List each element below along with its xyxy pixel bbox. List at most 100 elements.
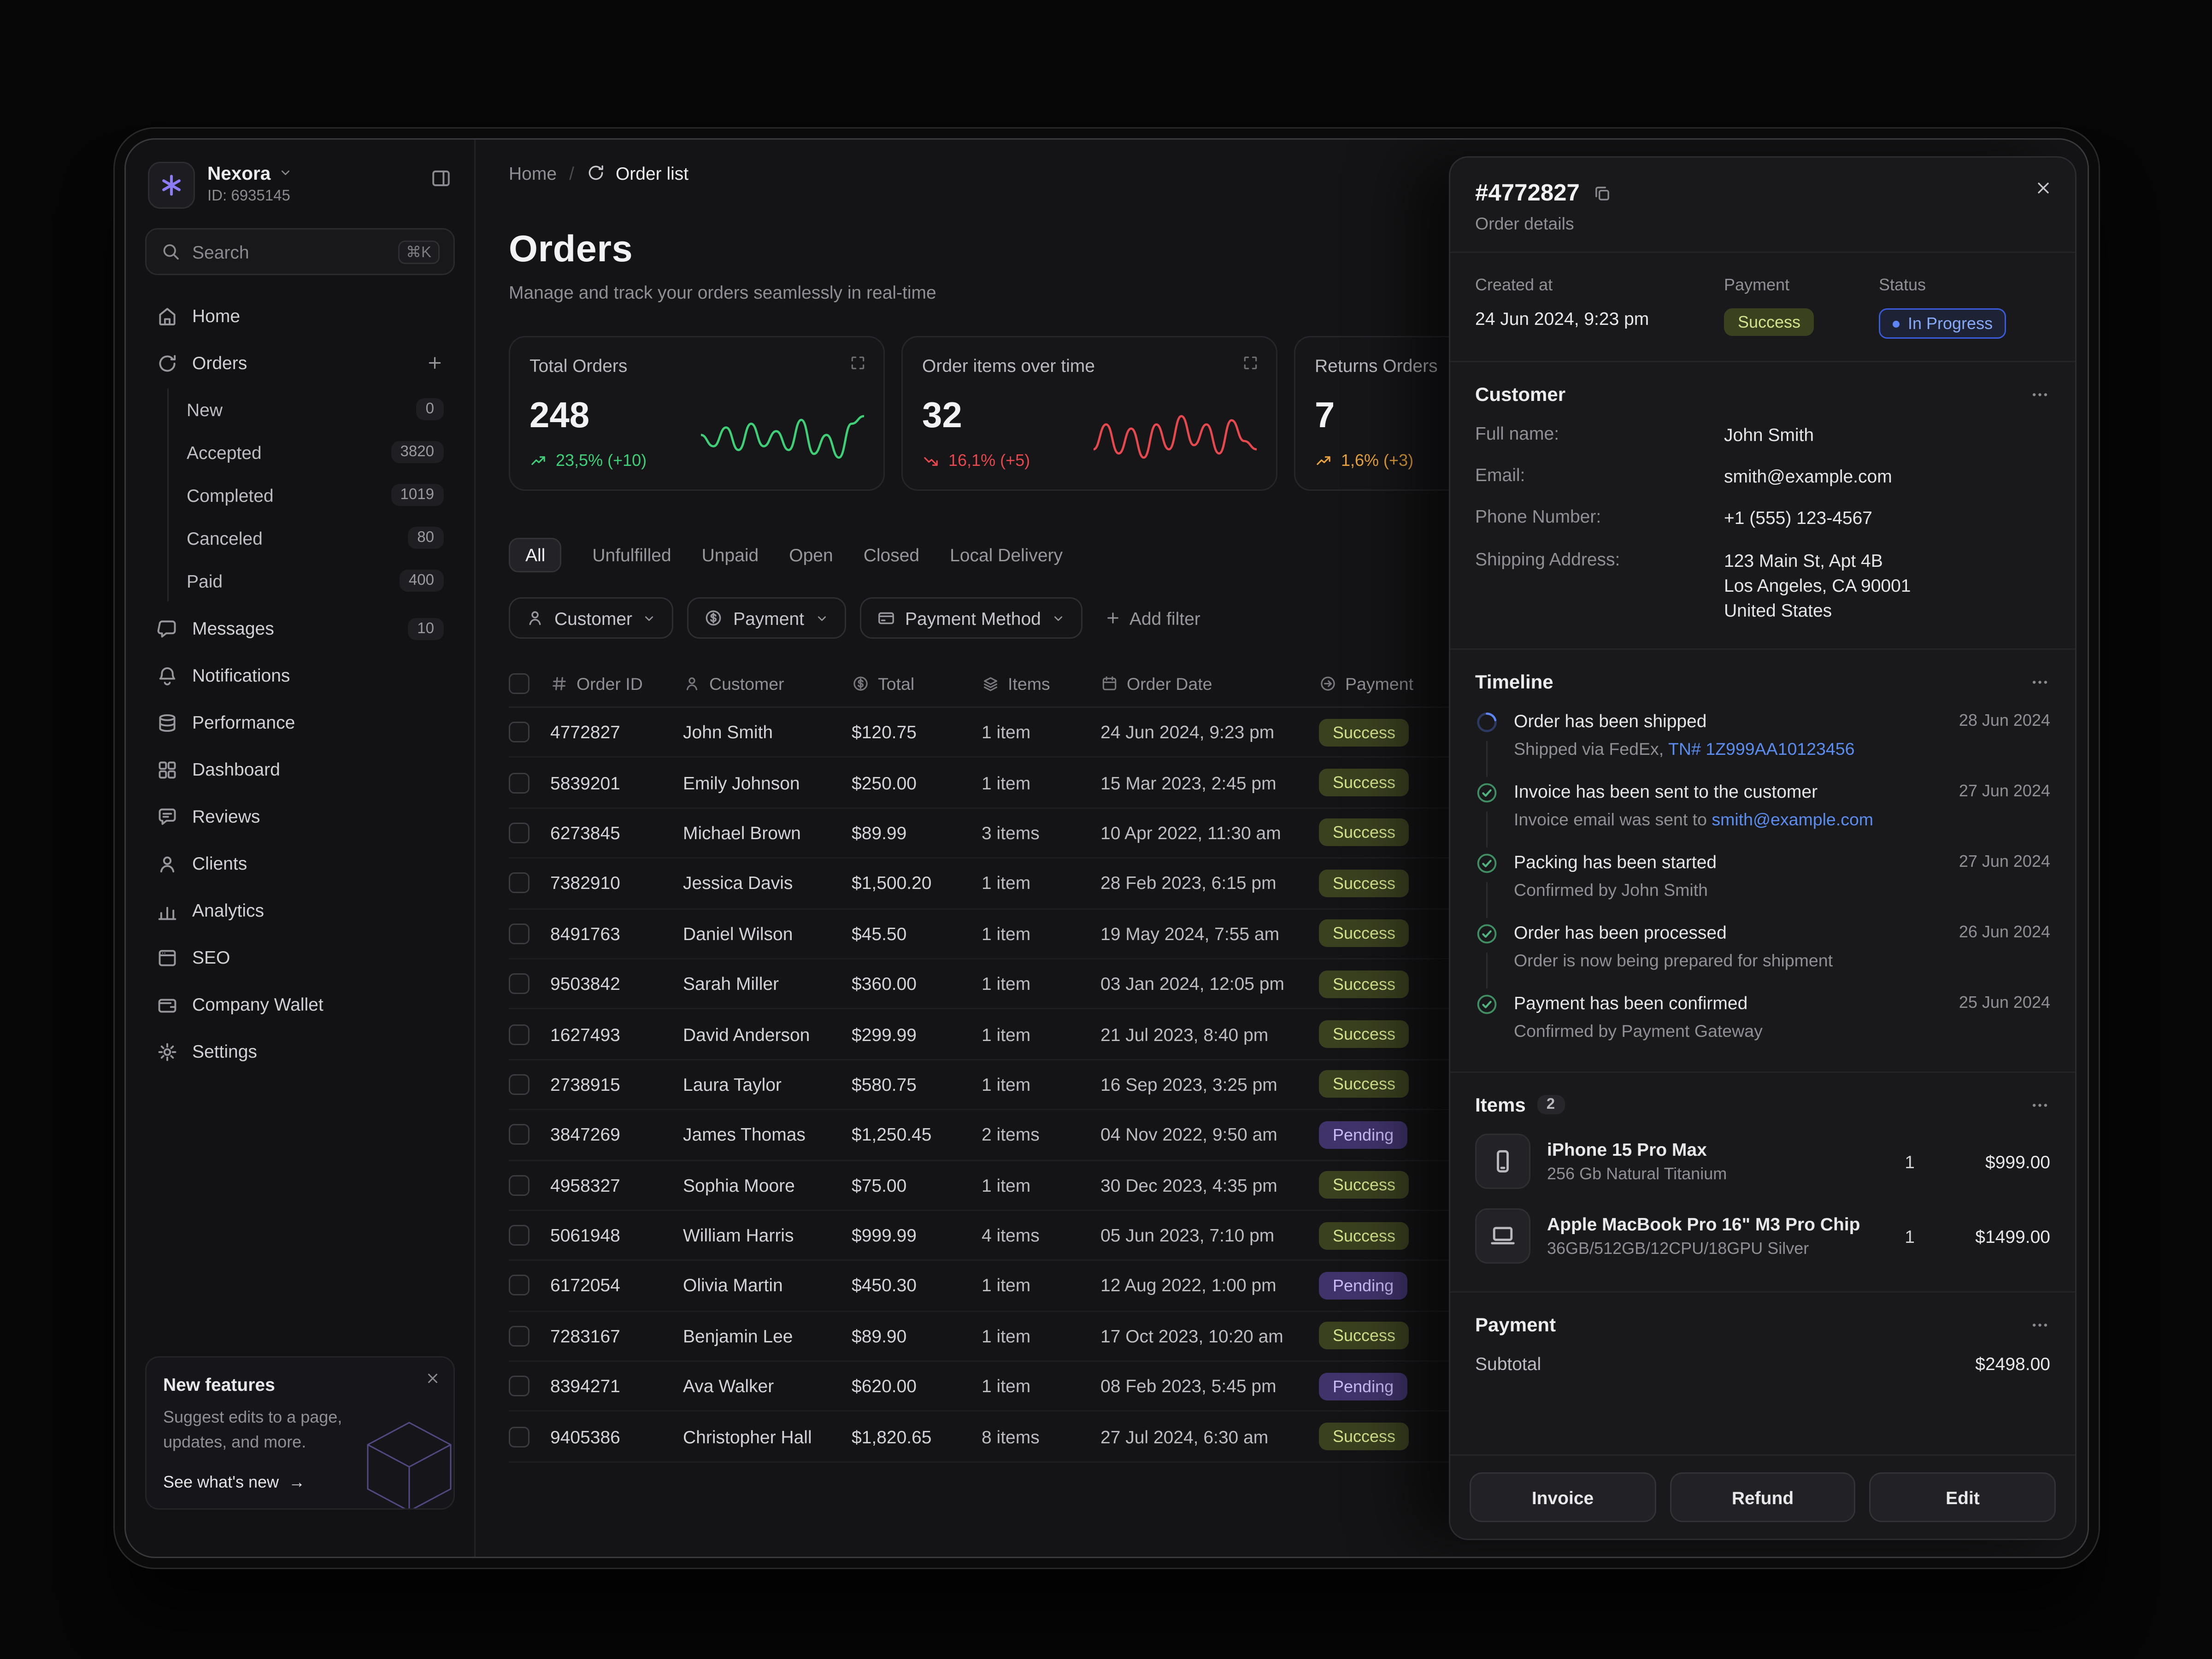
- more-options-icon[interactable]: [2030, 1314, 2050, 1335]
- column-header-total[interactable]: Total: [852, 674, 982, 694]
- cell-order-date: 28 Feb 2023, 6:15 pm: [1100, 873, 1319, 894]
- tab-unfulfilled[interactable]: Unfulfilled: [592, 545, 671, 565]
- column-header-order-date[interactable]: Order Date: [1100, 674, 1319, 694]
- workspace-switcher[interactable]: Nexora ID: 6935145: [145, 159, 455, 228]
- sidebar-item-clients[interactable]: Clients: [145, 841, 455, 886]
- items-heading: Items: [1475, 1094, 1526, 1116]
- row-checkbox[interactable]: [509, 1175, 529, 1195]
- sidebar-subitem-count: 400: [399, 570, 444, 592]
- sidebar-item-completed[interactable]: Completed 1019: [176, 474, 455, 516]
- performance-icon: [156, 712, 178, 734]
- row-checkbox[interactable]: [509, 1376, 529, 1397]
- tab-open[interactable]: Open: [789, 545, 833, 565]
- order-meta: Created at 24 Jun 2024, 9:23 pm Payment …: [1450, 253, 2075, 362]
- select-all-checkbox[interactable]: [509, 673, 529, 694]
- cell-customer: Sophia Moore: [683, 1175, 852, 1195]
- sidebar-item-performance[interactable]: Performance: [145, 700, 455, 745]
- item-name: iPhone 15 Pro Max: [1547, 1139, 1727, 1160]
- desktop-background: Nexora ID: 6935145 ⌘K Home Orders New 0 …: [0, 0, 2212, 1659]
- row-checkbox[interactable]: [509, 1275, 529, 1296]
- cell-order-id: 4958327: [550, 1175, 683, 1195]
- sidebar-item-accepted[interactable]: Accepted 3820: [176, 431, 455, 473]
- column-header-items[interactable]: Items: [982, 674, 1100, 694]
- invoice-button[interactable]: Invoice: [1470, 1472, 1656, 1522]
- check-circle-icon: [1475, 781, 1499, 805]
- timeline-date: 27 Jun 2024: [1945, 852, 2050, 900]
- filter-customer[interactable]: Customer: [509, 597, 674, 639]
- check-circle-icon: [1475, 993, 1499, 1016]
- status-badge: Success: [1319, 1071, 1409, 1098]
- item-variant: 36GB/512GB/12CPU/18GPU Silver: [1547, 1239, 1860, 1258]
- cell-order-id: 7283167: [550, 1326, 683, 1347]
- cell-customer: Laura Taylor: [683, 1074, 852, 1095]
- row-checkbox[interactable]: [509, 1225, 529, 1246]
- edit-button[interactable]: Edit: [1870, 1472, 2056, 1522]
- drawer-header: #4772827 Order details: [1450, 158, 2075, 253]
- cell-items: 1 item: [982, 1326, 1100, 1347]
- refund-button[interactable]: Refund: [1670, 1472, 1856, 1522]
- timeline-link[interactable]: TN# 1Z999AA10123456: [1668, 740, 1854, 759]
- chevron-down-icon: [277, 162, 293, 184]
- more-options-icon[interactable]: [2030, 384, 2050, 405]
- customer-field: Email: smith@example.com: [1475, 465, 2050, 490]
- created-at-label: Created at: [1475, 275, 1724, 294]
- timeline-date: 27 Jun 2024: [1945, 781, 2050, 830]
- sidebar-item-settings[interactable]: Settings: [145, 1029, 455, 1074]
- timeline-link[interactable]: smith@example.com: [1712, 810, 1873, 830]
- cell-items: 1 item: [982, 973, 1100, 994]
- sidebar-item-seo[interactable]: SEO: [145, 935, 455, 980]
- tab-closed[interactable]: Closed: [864, 545, 919, 565]
- filter-payment[interactable]: Payment: [688, 597, 846, 639]
- breadcrumb-home[interactable]: Home: [509, 163, 557, 183]
- search-box[interactable]: ⌘K: [145, 228, 455, 275]
- sidebar-item-company-wallet[interactable]: Company Wallet: [145, 982, 455, 1027]
- row-checkbox[interactable]: [509, 1426, 529, 1447]
- cell-order-id: 8394271: [550, 1376, 683, 1397]
- tab-local-delivery[interactable]: Local Delivery: [950, 545, 1063, 565]
- row-checkbox[interactable]: [509, 1074, 529, 1095]
- row-checkbox[interactable]: [509, 722, 529, 743]
- filter-payment-method[interactable]: Payment Method: [859, 597, 1082, 639]
- add-filter-button[interactable]: Add filter: [1105, 608, 1200, 629]
- sidebar-item-home[interactable]: Home: [145, 293, 455, 339]
- timeline-description: Shipped via FedEx, TN# 1Z999AA10123456: [1514, 740, 1945, 759]
- sidebar-item-dashboard[interactable]: Dashboard: [145, 747, 455, 792]
- expand-icon[interactable]: [1241, 354, 1259, 372]
- row-checkbox[interactable]: [509, 923, 529, 944]
- search-input[interactable]: [192, 241, 387, 262]
- add-order-button[interactable]: [426, 354, 444, 372]
- sidebar-item-paid[interactable]: Paid 400: [176, 560, 455, 601]
- more-options-icon[interactable]: [2030, 1094, 2050, 1115]
- expand-icon[interactable]: [849, 354, 867, 372]
- sparkline-chart: [1094, 405, 1257, 473]
- cell-items: 1 item: [982, 1024, 1100, 1045]
- sidebar-item-label: Settings: [192, 1041, 257, 1062]
- row-checkbox[interactable]: [509, 1326, 529, 1347]
- sidebar-item-orders[interactable]: Orders: [145, 340, 455, 386]
- row-checkbox[interactable]: [509, 1124, 529, 1145]
- sidebar-item-reviews[interactable]: Reviews: [145, 794, 455, 839]
- row-checkbox[interactable]: [509, 772, 529, 793]
- tab-unpaid[interactable]: Unpaid: [702, 545, 759, 565]
- row-checkbox[interactable]: [509, 823, 529, 843]
- timeline-description: Invoice email was sent to smith@example.…: [1514, 810, 1945, 830]
- close-drawer-button[interactable]: [2034, 178, 2053, 198]
- column-header-customer[interactable]: Customer: [683, 674, 852, 694]
- sidebar-item-notifications[interactable]: Notifications: [145, 653, 455, 698]
- copy-icon[interactable]: [1592, 184, 1612, 203]
- sidebar-item-new[interactable]: New 0: [176, 388, 455, 430]
- sidebar-item-messages[interactable]: Messages 10: [145, 606, 455, 651]
- close-icon[interactable]: [424, 1371, 441, 1387]
- sidebar-collapse-button[interactable]: [430, 167, 452, 189]
- sidebar-item-analytics[interactable]: Analytics: [145, 888, 455, 933]
- cell-order-id: 8491763: [550, 923, 683, 944]
- row-checkbox[interactable]: [509, 973, 529, 994]
- row-checkbox[interactable]: [509, 1024, 529, 1045]
- row-checkbox[interactable]: [509, 873, 529, 894]
- item-price: $1499.00: [1931, 1226, 2050, 1247]
- cell-total: $89.90: [852, 1326, 982, 1347]
- more-options-icon[interactable]: [2030, 671, 2050, 692]
- sidebar-item-canceled[interactable]: Canceled 80: [176, 517, 455, 559]
- tab-all[interactable]: All: [509, 538, 562, 572]
- column-header-order-id[interactable]: Order ID: [550, 674, 683, 694]
